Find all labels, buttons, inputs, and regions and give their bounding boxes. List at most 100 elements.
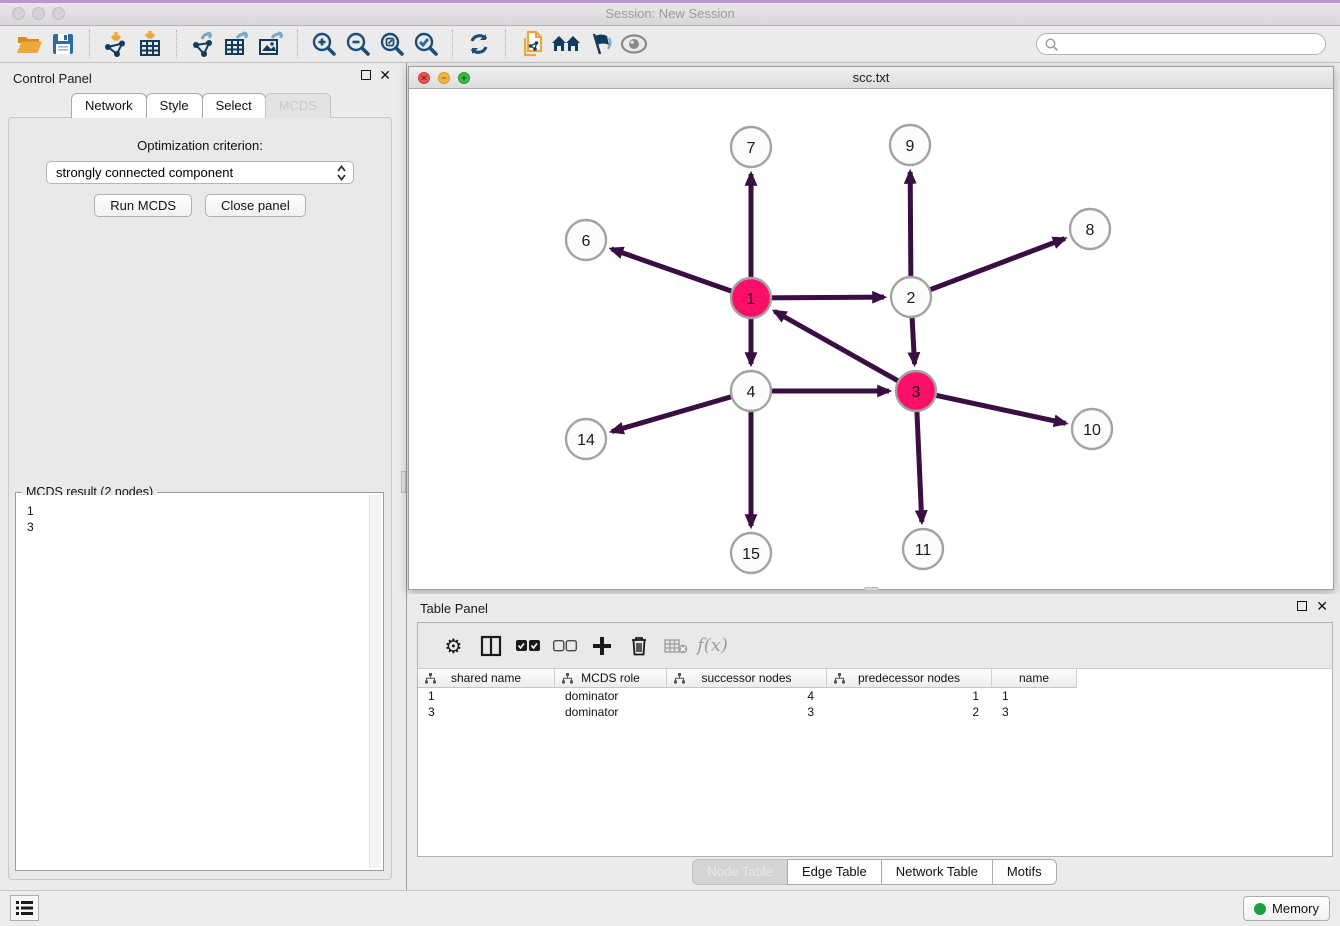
mcds-result-list[interactable]: 13 bbox=[18, 495, 381, 868]
import-table-button[interactable] bbox=[133, 29, 167, 59]
network-canvas[interactable]: 1 2 3 4 6 7 8 9 10 11 14 15 bbox=[409, 89, 1333, 589]
toolbar-separator bbox=[297, 30, 298, 58]
export-image-icon bbox=[257, 31, 285, 57]
mcds-panel: Optimization criterion: strongly connect… bbox=[8, 117, 392, 880]
apply-layout-button[interactable] bbox=[462, 29, 496, 59]
export-network-button[interactable] bbox=[186, 29, 220, 59]
toolbar-separator bbox=[452, 30, 453, 58]
show-columns-button[interactable] bbox=[472, 629, 509, 663]
tab-select[interactable]: Select bbox=[202, 93, 266, 118]
table-cell[interactable]: 2 bbox=[827, 704, 992, 720]
home-button[interactable] bbox=[549, 29, 583, 59]
network-resize-grip[interactable] bbox=[864, 587, 879, 591]
column-type-icon bbox=[562, 673, 573, 684]
table-cell[interactable]: dominator bbox=[555, 704, 667, 720]
table-settings-button[interactable]: ⚙ bbox=[435, 629, 472, 663]
network-window-titlebar[interactable]: ✕ − + scc.txt bbox=[409, 67, 1333, 89]
save-session-button[interactable] bbox=[46, 29, 80, 59]
graph-node-10[interactable]: 10 bbox=[1072, 409, 1112, 449]
deselect-all-columns-button[interactable] bbox=[546, 629, 583, 663]
table-cell[interactable]: 4 bbox=[667, 688, 827, 704]
table-tab-edge-table[interactable]: Edge Table bbox=[787, 859, 882, 885]
graph-node-3[interactable]: 3 bbox=[896, 371, 936, 411]
tab-network[interactable]: Network bbox=[71, 93, 147, 118]
open-session-button[interactable] bbox=[12, 29, 46, 59]
export-table-button[interactable] bbox=[220, 29, 254, 59]
table-cell[interactable]: 3 bbox=[992, 704, 1077, 720]
column-header-name[interactable]: name bbox=[992, 669, 1077, 688]
table-cell[interactable]: 1 bbox=[418, 688, 555, 704]
svg-text:6: 6 bbox=[582, 233, 591, 250]
search-box[interactable] bbox=[1036, 33, 1326, 55]
graph-node-14[interactable]: 14 bbox=[566, 419, 606, 459]
panel-splitter[interactable] bbox=[401, 63, 407, 890]
table-tab-node-table[interactable]: Node Table bbox=[692, 859, 788, 885]
column-header-shared-name[interactable]: shared name bbox=[418, 669, 555, 688]
close-panel-icon[interactable]: ✕ bbox=[379, 70, 391, 80]
import-network-button[interactable] bbox=[99, 29, 133, 59]
graph-node-6[interactable]: 6 bbox=[566, 220, 606, 260]
column-header-predecessor-nodes[interactable]: predecessor nodes bbox=[827, 669, 992, 688]
table-cell[interactable]: 1 bbox=[992, 688, 1077, 704]
graph-edge-3-10[interactable] bbox=[916, 391, 1066, 423]
graph-node-7[interactable]: 7 bbox=[731, 127, 771, 167]
select-all-columns-button[interactable] bbox=[509, 629, 546, 663]
graph-node-11[interactable]: 11 bbox=[903, 529, 943, 569]
duplicate-network-button[interactable] bbox=[515, 29, 549, 59]
create-column-button[interactable] bbox=[583, 629, 620, 663]
zoom-in-icon bbox=[311, 31, 337, 57]
zoom-in-button[interactable] bbox=[307, 29, 341, 59]
close-table-panel-icon[interactable]: ✕ bbox=[1316, 601, 1328, 611]
table-tab-network-table[interactable]: Network Table bbox=[881, 859, 993, 885]
table-row[interactable]: 3dominator323 bbox=[418, 704, 1332, 720]
graph-node-9[interactable]: 9 bbox=[890, 125, 930, 165]
graph-node-15[interactable]: 15 bbox=[731, 533, 771, 573]
node-table[interactable]: shared nameMCDS rolesuccessor nodesprede… bbox=[418, 668, 1332, 856]
table-cell[interactable]: dominator bbox=[555, 688, 667, 704]
table-cell[interactable]: 3 bbox=[667, 704, 827, 720]
window-title: Session: New Session bbox=[0, 6, 1340, 21]
tab-mcds[interactable]: MCDS bbox=[265, 93, 331, 118]
tab-style[interactable]: Style bbox=[146, 93, 203, 118]
svg-text:7: 7 bbox=[747, 140, 756, 157]
graph-node-1[interactable]: 1 bbox=[731, 278, 771, 318]
status-bar: Memory bbox=[0, 890, 1340, 926]
table-row[interactable]: 1dominator411 bbox=[418, 688, 1332, 704]
graph-edge-2-8[interactable] bbox=[911, 239, 1065, 297]
columns-icon bbox=[480, 635, 502, 657]
splitter-grip[interactable] bbox=[401, 471, 406, 493]
houses-icon bbox=[551, 33, 581, 55]
hide-graphics-details-button[interactable] bbox=[583, 29, 617, 59]
graph-edge-4-14[interactable] bbox=[612, 391, 751, 431]
zoom-out-button[interactable] bbox=[341, 29, 375, 59]
result-scrollbar[interactable] bbox=[369, 495, 381, 868]
memory-label: Memory bbox=[1272, 901, 1319, 916]
column-header-successor-nodes[interactable]: successor nodes bbox=[667, 669, 827, 688]
eye-button[interactable] bbox=[617, 29, 651, 59]
search-input[interactable] bbox=[1063, 37, 1317, 51]
svg-text:9: 9 bbox=[906, 138, 915, 155]
table-tab-motifs[interactable]: Motifs bbox=[992, 859, 1057, 885]
zoom-selected-button[interactable] bbox=[409, 29, 443, 59]
run-mcds-button[interactable]: Run MCDS bbox=[94, 194, 192, 217]
float-table-panel-icon[interactable] bbox=[1297, 601, 1307, 611]
close-panel-button[interactable]: Close panel bbox=[205, 194, 306, 217]
memory-button[interactable]: Memory bbox=[1243, 896, 1330, 921]
graph-edge-1-6[interactable] bbox=[611, 249, 751, 298]
criterion-dropdown[interactable]: strongly connected component bbox=[46, 161, 354, 184]
delete-column-button[interactable] bbox=[620, 629, 657, 663]
graph-node-8[interactable]: 8 bbox=[1070, 209, 1110, 249]
export-image-button[interactable] bbox=[254, 29, 288, 59]
graph-node-2[interactable]: 2 bbox=[891, 277, 931, 317]
zoom-fit-button[interactable] bbox=[375, 29, 409, 59]
toolbar-separator bbox=[176, 30, 177, 58]
graph-node-4[interactable]: 4 bbox=[731, 371, 771, 411]
svg-text:14: 14 bbox=[577, 432, 595, 449]
table-cell[interactable]: 3 bbox=[418, 704, 555, 720]
column-header-MCDS-role[interactable]: MCDS role bbox=[555, 669, 667, 688]
task-history-button[interactable] bbox=[10, 895, 39, 921]
network-title: scc.txt bbox=[409, 70, 1333, 85]
float-panel-icon[interactable] bbox=[361, 70, 371, 80]
table-cell[interactable]: 1 bbox=[827, 688, 992, 704]
graph-edge-3-1[interactable] bbox=[775, 311, 916, 391]
